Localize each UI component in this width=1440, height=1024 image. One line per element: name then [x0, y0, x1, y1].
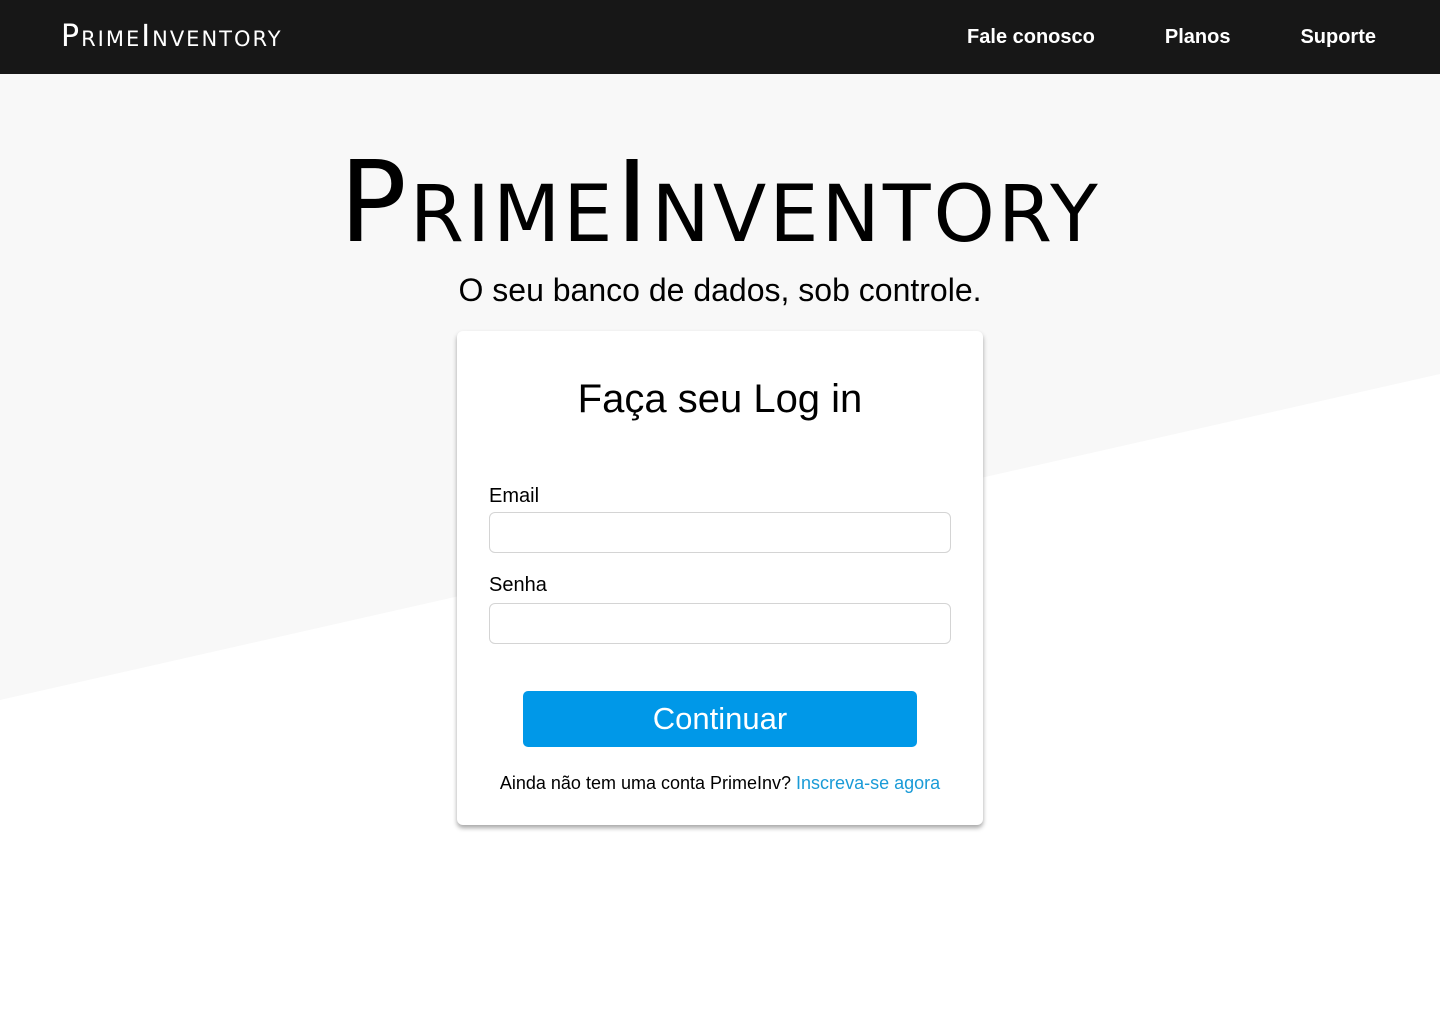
- top-navbar: PrimeInventory Fale conosco Planos Supor…: [0, 0, 1440, 74]
- hero-tagline: O seu banco de dados, sob controle.: [458, 272, 982, 308]
- password-label: Senha: [489, 574, 547, 596]
- password-field[interactable]: [489, 603, 951, 644]
- login-title: Faça seu Log in: [577, 377, 863, 421]
- signup-link[interactable]: Inscreva-se agora: [796, 773, 940, 793]
- nav-logo[interactable]: PrimeInventory: [61, 19, 283, 55]
- nav-link-contact[interactable]: Fale conosco: [967, 24, 1095, 50]
- login-page: PrimeInventory Fale conosco Planos Supor…: [0, 0, 1440, 1024]
- continue-button[interactable]: Continuar: [523, 691, 917, 747]
- login-card: Faça seu Log in Email Senha Continuar Ai…: [457, 331, 983, 825]
- nav-link-support[interactable]: Suporte: [1300, 24, 1376, 50]
- signup-prompt: Ainda não tem uma conta PrimeInv?: [499, 773, 792, 793]
- signup-row: Ainda não tem uma conta PrimeInv? Inscre…: [457, 772, 983, 794]
- hero-logo: PrimeInventory: [339, 138, 1101, 268]
- email-field[interactable]: [489, 512, 951, 553]
- email-label: Email: [489, 485, 540, 507]
- nav-link-plans[interactable]: Planos: [1165, 24, 1231, 50]
- nav-links: Fale conosco Planos Suporte: [967, 24, 1376, 50]
